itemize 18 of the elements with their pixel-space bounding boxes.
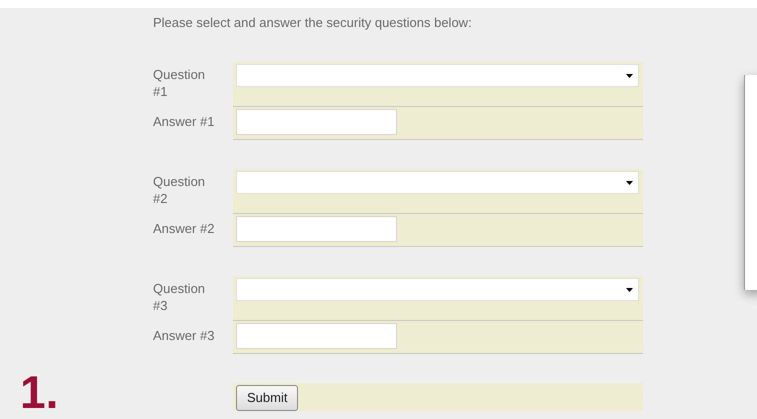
- instructions-text: Please select and answer the security questions below:: [153, 14, 473, 32]
- question-dropdown[interactable]: [236, 278, 639, 301]
- answer-field[interactable]: [236, 109, 397, 135]
- submit-button[interactable]: Submit: [236, 385, 298, 410]
- answer-label: Answer #3: [153, 328, 214, 343]
- question-dropdown[interactable]: [236, 171, 639, 194]
- caret-icon: [626, 181, 633, 185]
- answer-label: Answer #2: [153, 221, 214, 236]
- question-dropdown[interactable]: [236, 64, 639, 87]
- question-label: Question #1: [153, 66, 206, 100]
- question-label: Question #2: [153, 173, 206, 207]
- question-label: Question #3: [153, 280, 206, 314]
- answer-field[interactable]: [236, 216, 397, 242]
- answer-field[interactable]: [236, 323, 397, 349]
- step-number: 1.: [20, 369, 60, 415]
- answer-label: Answer #1: [153, 114, 214, 129]
- caret-icon: [626, 74, 633, 78]
- caret-icon: [626, 288, 633, 292]
